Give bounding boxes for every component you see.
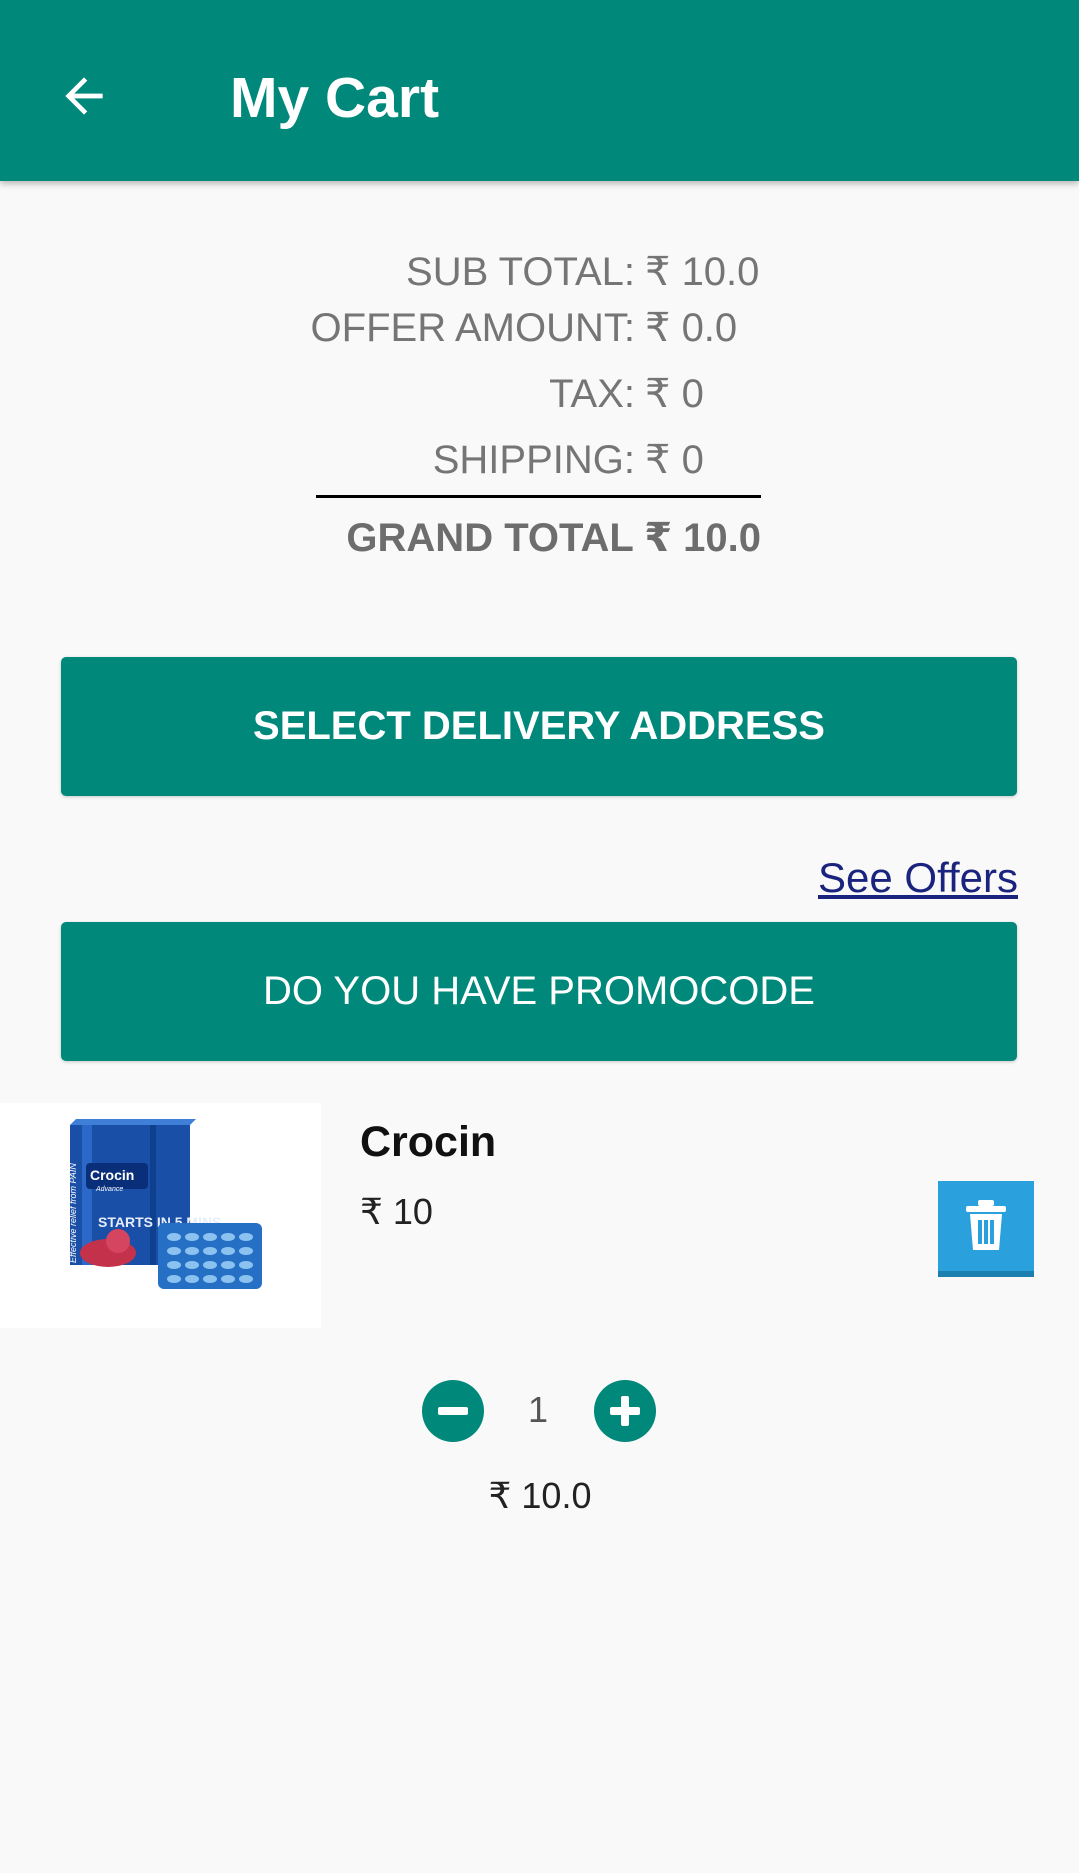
- select-delivery-address-button[interactable]: SELECT DELIVERY ADDRESS: [61, 657, 1017, 796]
- see-offers-link[interactable]: See Offers: [818, 852, 1018, 904]
- offer-amount-label: OFFER AMOUNT:: [310, 306, 635, 350]
- sub-total-value: ₹ 10.0: [645, 250, 760, 294]
- offer-amount-row: OFFER AMOUNT: ₹ 0.0: [0, 304, 1079, 352]
- minus-icon: [438, 1407, 468, 1415]
- summary-divider: [316, 495, 761, 498]
- trash-icon: [966, 1200, 1006, 1250]
- page-title: My Cart: [230, 66, 440, 130]
- svg-text:Effective relief from PAIN: Effective relief from PAIN: [68, 1163, 78, 1263]
- plus-icon: [610, 1396, 640, 1426]
- sub-total-row: SUB TOTAL: ₹ 10.0: [0, 248, 1079, 296]
- arrow-left-icon: [65, 77, 103, 115]
- product-image[interactable]: Crocin Advance STARTS IN 5 MINS Effectiv…: [0, 1103, 321, 1328]
- shipping-value: ₹ 0: [645, 438, 704, 482]
- grand-total: GRAND TOTAL ₹ 10.0: [346, 516, 761, 560]
- crocin-pack-illustration: Crocin Advance STARTS IN 5 MINS Effectiv…: [68, 1119, 262, 1289]
- back-button[interactable]: [48, 60, 120, 132]
- quantity-value: 1: [527, 1389, 549, 1430]
- app-bar: My Cart: [0, 0, 1079, 181]
- shipping-row: SHIPPING: ₹ 0: [0, 436, 1079, 484]
- line-total: ₹ 10.0: [488, 1475, 592, 1516]
- decrease-quantity-button[interactable]: [422, 1380, 484, 1442]
- increase-quantity-button[interactable]: [594, 1380, 656, 1442]
- product-name: Crocin: [360, 1118, 497, 1166]
- offer-amount-value: ₹ 0.0: [645, 306, 738, 350]
- shipping-label: SHIPPING:: [432, 438, 635, 482]
- sub-total-label: SUB TOTAL:: [406, 250, 635, 294]
- svg-text:Advance: Advance: [95, 1186, 123, 1193]
- tax-row: TAX: ₹ 0: [0, 370, 1079, 418]
- promocode-button[interactable]: DO YOU HAVE PROMOCODE: [61, 922, 1017, 1061]
- svg-text:Crocin: Crocin: [90, 1167, 134, 1183]
- delete-item-button[interactable]: [938, 1181, 1034, 1277]
- tax-value: ₹ 0: [645, 372, 704, 416]
- product-price: ₹ 10: [360, 1191, 433, 1232]
- tax-label: TAX:: [549, 372, 635, 416]
